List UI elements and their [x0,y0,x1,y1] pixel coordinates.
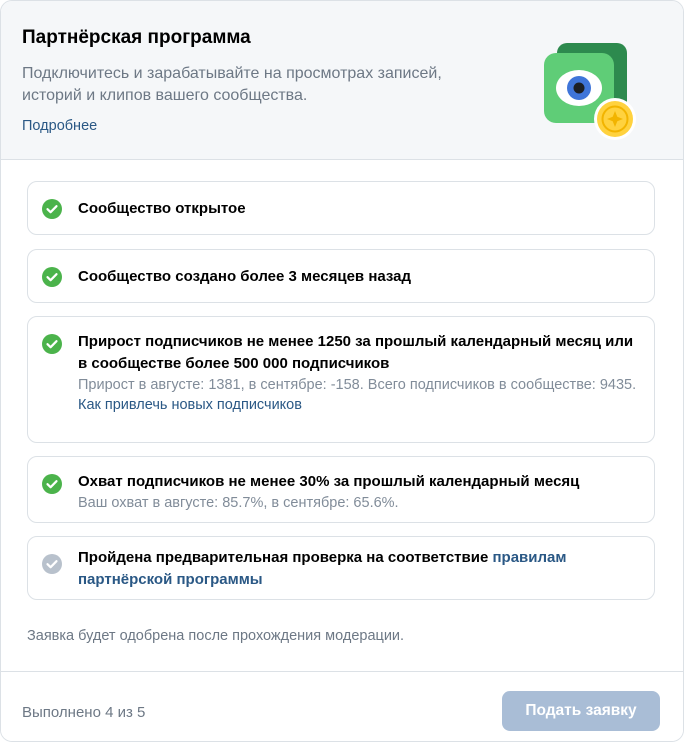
submit-application-button[interactable]: Подать заявку [502,691,660,731]
requirement-item: Прирост подписчиков не менее 1250 за про… [27,316,655,443]
requirement-title: Прирост подписчиков не менее 1250 за про… [78,333,634,372]
more-link[interactable]: Подробнее [22,118,97,134]
eye-coin-illustration [544,43,636,140]
requirement-item: Сообщество создано более 3 месяцев назад [27,249,655,303]
requirement-title: Пройдена предварительная проверка на соо… [78,547,638,591]
requirement-title-text: Пройдена предварительная проверка на соо… [78,549,493,566]
requirement-title: Сообщество открытое [78,200,246,217]
header-description: Подключитесь и зарабатывайте на просмотр… [22,65,442,104]
moderation-note: Заявка будет одобрена после прохождения … [27,628,405,644]
progress-text: Выполнено 4 из 5 [22,704,146,721]
check-circle-icon [42,474,62,494]
card-header: Партнёрская программа Подключитесь и зар… [1,1,683,160]
requirement-item: Пройдена предварительная проверка на соо… [27,536,655,600]
requirement-item: Сообщество открытое [27,181,655,235]
partner-program-card: Партнёрская программа Подключитесь и зар… [0,0,684,742]
requirement-title: Сообщество создано более 3 месяцев назад [78,268,412,285]
check-circle-icon [42,267,62,287]
requirement-subtitle: Ваш охват в августе: 85.7%, в сентябре: … [78,495,399,511]
card-footer: Выполнено 4 из 5 Подать заявку [1,671,683,741]
check-circle-icon [42,199,62,219]
requirement-subtitle: Прирост в августе: 1381, в сентябре: -15… [78,377,637,393]
check-circle-grey-icon [42,554,62,574]
check-circle-icon [42,334,62,354]
attract-subscribers-link[interactable]: Как привлечь новых подписчиков [78,395,638,415]
requirement-item: Охват подписчиков не менее 30% за прошлы… [27,456,655,523]
page-title: Партнёрская программа [22,27,251,48]
requirement-title: Охват подписчиков не менее 30% за прошлы… [78,473,580,490]
